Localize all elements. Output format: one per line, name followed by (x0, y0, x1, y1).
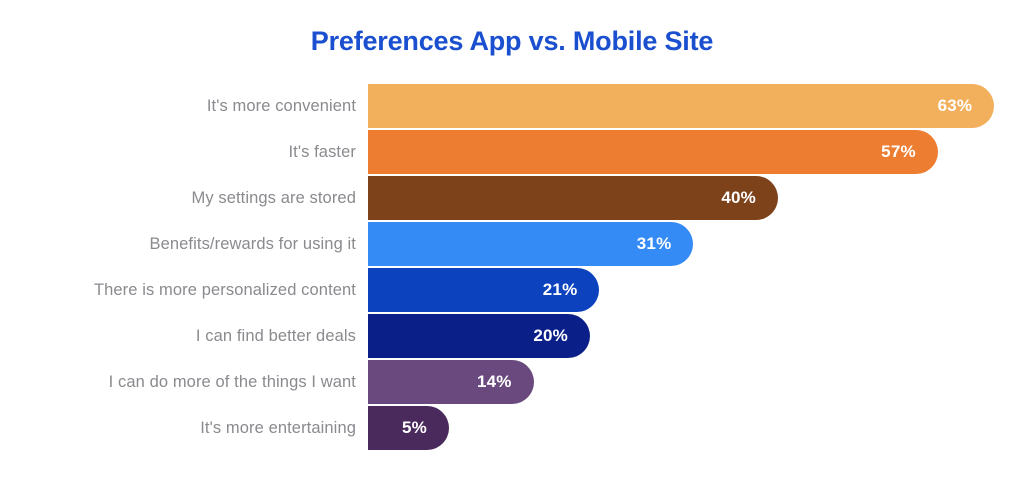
bar-series-item[interactable]: 57% (368, 130, 938, 174)
bar-row: It's faster 57% (0, 130, 1024, 176)
bar-row: Benefits/rewards for using it 31% (0, 222, 1024, 268)
category-label: It's faster (288, 143, 356, 161)
bar-row: I can find better deals 20% (0, 314, 1024, 360)
category-label: It's more entertaining (200, 419, 356, 437)
bar-track: 40% (368, 176, 1008, 220)
bar-value-label: 31% (636, 234, 672, 253)
bar-series-item[interactable]: 21% (368, 268, 600, 312)
bar-value-label: 63% (937, 96, 973, 115)
bar-row: There is more personalized content 21% (0, 268, 1024, 314)
bar-track: 14% (368, 360, 1008, 404)
chart-container: Preferences App vs. Mobile Site It's mor… (0, 0, 1024, 504)
bar-series-item[interactable]: 31% (368, 222, 694, 266)
category-label: Benefits/rewards for using it (149, 235, 356, 253)
bar-track: 57% (368, 130, 1008, 174)
bar-track: 31% (368, 222, 1008, 266)
bar-value-label: 20% (533, 326, 568, 345)
bar-row: I can do more of the things I want 14% (0, 360, 1024, 406)
bar-row: My settings are stored 40% (0, 176, 1024, 222)
bar-row: It's more entertaining 5% (0, 406, 1024, 452)
bar-value-label: 14% (476, 372, 512, 391)
bar-series-item[interactable]: 5% (368, 406, 449, 450)
bar-chart-plot-area: It's more convenient 63% It's faster 57%… (0, 84, 1024, 454)
bar-value-label: 40% (721, 188, 756, 207)
bar-track: 63% (368, 84, 1008, 128)
chart-title: Preferences App vs. Mobile Site (310, 26, 714, 56)
bar-series-item[interactable]: 63% (368, 84, 995, 128)
category-label: My settings are stored (191, 189, 356, 207)
bar-value-label: 57% (881, 142, 916, 161)
category-label: It's more convenient (206, 97, 356, 115)
bar-value-label: 21% (542, 280, 578, 299)
bar-track: 5% (368, 406, 1008, 450)
bar-track: 21% (368, 268, 1008, 312)
bar-series-item[interactable]: 40% (368, 176, 778, 220)
category-label: I can do more of the things I want (108, 373, 356, 391)
bar-row: It's more convenient 63% (0, 84, 1024, 130)
bar-value-label: 5% (402, 418, 427, 437)
bar-series-item[interactable]: 14% (368, 360, 534, 404)
bar-track: 20% (368, 314, 1008, 358)
bar-series-item[interactable]: 20% (368, 314, 590, 358)
category-label: There is more personalized content (93, 281, 356, 299)
category-label: I can find better deals (195, 327, 356, 345)
